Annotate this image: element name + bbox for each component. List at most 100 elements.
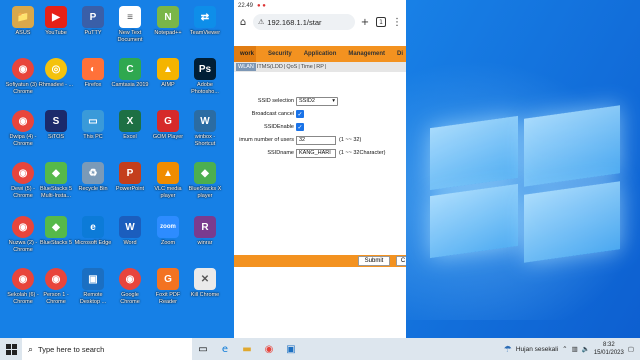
store-icon[interactable]: ▣: [280, 338, 302, 360]
desktop-icon[interactable]: ✕ Kill Chrome: [186, 266, 224, 318]
max-users-row: imum number of users 32 (1 ~~ 32): [234, 135, 406, 145]
tab-management[interactable]: Management: [336, 51, 385, 57]
desktop-icon-label: Person 1 - Chrome: [43, 292, 69, 305]
desktop-icon[interactable]: ▭ This PC: [74, 108, 112, 160]
ssid-enable-checkbox[interactable]: ✓: [296, 123, 304, 131]
edge-taskbar-icon[interactable]: e: [214, 338, 236, 360]
desktop-icon[interactable]: N Notepad++: [149, 4, 187, 56]
tab-network[interactable]: work: [234, 46, 256, 62]
desktop-icon[interactable]: S SiTOS: [37, 108, 75, 160]
desktop-icon-label: New Text Document: [117, 30, 143, 43]
subtab-wlan[interactable]: WLAN: [236, 63, 256, 71]
chevron-up-icon[interactable]: ⌃: [562, 345, 567, 353]
notification-icon[interactable]: ▢: [628, 345, 634, 353]
desktop-icon[interactable]: Ps Adobe Photosho...: [186, 56, 224, 108]
new-tab-icon[interactable]: +: [359, 15, 371, 29]
desktop-icon-label: PowerPoint: [115, 186, 145, 192]
desktop-icon-label: AIMP: [161, 82, 175, 88]
desktop-icon-label: Rhmadevi - ...: [38, 82, 74, 88]
desktop-icon[interactable]: ▶ YouTube: [37, 4, 75, 56]
ssid-name-input[interactable]: KANG_HARI: [296, 148, 336, 158]
desktop-icon-label: YouTube: [45, 30, 67, 36]
desktop-icon[interactable]: Rwinrar: [186, 214, 224, 266]
app-icon: P: [119, 162, 141, 184]
router-sub-nav: WLAN ITMS(LDD | QoS | Time | RP |: [234, 62, 406, 72]
desktop-icon[interactable]: ♻ Recycle Bin: [74, 160, 112, 212]
app-icon: ◆: [194, 162, 216, 184]
network-icon[interactable]: ▥: [572, 345, 578, 353]
volume-icon[interactable]: 🔈: [582, 345, 590, 353]
weather-text[interactable]: Hujan sesekali: [516, 346, 558, 353]
tabs-button[interactable]: 1: [375, 15, 387, 29]
broadcast-checkbox[interactable]: ✓: [296, 110, 304, 118]
max-users-label: imum number of users: [239, 137, 294, 143]
desktop-icon[interactable]: zoom Zoom: [149, 214, 187, 266]
app-icon: G: [157, 268, 179, 290]
desktop-icon[interactable]: ◆ BlueStacks 5 Multi-Insta...: [37, 160, 75, 212]
home-icon[interactable]: ⌂: [237, 15, 249, 29]
desktop-icon-label: Zoom: [160, 240, 176, 246]
max-users-hint: (1 ~~ 32): [339, 137, 362, 143]
app-icon: W: [194, 110, 216, 132]
desktop-icon[interactable]: ≡ New Text Document: [111, 4, 149, 56]
desktop-icon[interactable]: ▣ Remote Desktop ...: [74, 266, 112, 318]
ssid-selection-row: SSID selection SSID2 ▾: [234, 96, 406, 106]
ssid-selection-label: SSID selection: [257, 98, 294, 104]
url-field[interactable]: ⚠ 192.168.1.1/star: [253, 14, 355, 30]
desktop-icon[interactable]: ◉ Google Chrome: [111, 266, 149, 318]
desktop-icon[interactable]: ◉ Person 1 - Chrome: [37, 266, 75, 318]
weather-icon[interactable]: ☂: [504, 344, 512, 355]
app-icon: ▲: [157, 162, 179, 184]
ssid-selection-value: SSID2: [299, 98, 315, 104]
app-icon: ≡: [119, 6, 141, 28]
desktop-icon[interactable]: G GOM Player: [149, 108, 187, 160]
desktop-icon[interactable]: ▲ VLC media player: [149, 160, 187, 212]
desktop-icon[interactable]: ⇄ TeamViewer: [186, 4, 224, 56]
desktop-icon[interactable]: ◐ Firefox: [74, 56, 112, 108]
chrome-taskbar-icon[interactable]: ◉: [258, 338, 280, 360]
app-icon: ◆: [45, 162, 67, 184]
desktop-icon[interactable]: X Excel: [111, 108, 149, 160]
desktop-icon-label: Word: [123, 240, 137, 246]
ssid-name-label: SSIDname: [267, 150, 294, 156]
desktop-icon[interactable]: ◆ BlueStacks X player: [186, 160, 224, 212]
desktop-icon[interactable]: e Microsoft Edge: [74, 214, 112, 266]
taskbar: ⌕ Type here to search ▭ e ▬ ◉ ▣ ☂ Hujan …: [0, 338, 640, 360]
tab-application[interactable]: Application: [292, 51, 337, 57]
task-view-icon[interactable]: ▭: [192, 338, 214, 360]
desktop-icon[interactable]: Wwinbox - Shortcut: [186, 108, 224, 160]
app-icon: e: [82, 216, 104, 238]
subtab-time[interactable]: Time: [300, 64, 314, 70]
menu-icon[interactable]: ⋮: [391, 15, 403, 29]
broadcast-label: Broadcast cancel: [251, 111, 294, 117]
app-icon: S: [45, 110, 67, 132]
desktop-icon[interactable]: P PuTTY: [74, 4, 112, 56]
ssid-selection-dropdown[interactable]: SSID2 ▾: [296, 96, 338, 106]
tab-diagnosis[interactable]: Di: [385, 51, 403, 57]
desktop-icon[interactable]: ▲ AIMP: [149, 56, 187, 108]
submit-button[interactable]: Submit: [358, 256, 390, 266]
desktop-icon[interactable]: ◎ Rhmadevi - ...: [37, 56, 75, 108]
tab-count: 1: [376, 17, 386, 27]
desktop-icon-label: Notepad++: [154, 30, 182, 36]
desktop-icon[interactable]: W Word: [111, 214, 149, 266]
taskbar-search[interactable]: ⌕ Type here to search: [22, 338, 192, 360]
desktop-icon-label: Excel: [123, 134, 137, 140]
app-icon: ◎: [45, 58, 67, 80]
windows-logo-wallpaper: [430, 105, 620, 263]
subtab-qos[interactable]: QoS: [285, 64, 298, 70]
desktop-icon[interactable]: G Foxit PDF Reader: [149, 266, 187, 318]
warning-icon[interactable]: ⚠: [258, 18, 264, 26]
desktop-icon[interactable]: P PowerPoint: [111, 160, 149, 212]
file-explorer-icon[interactable]: ▬: [236, 338, 258, 360]
tab-security[interactable]: Security: [256, 51, 292, 57]
start-button[interactable]: [0, 338, 22, 360]
subtab-rp[interactable]: RP: [315, 64, 325, 70]
max-users-input[interactable]: 32: [296, 135, 336, 145]
subtab-itms[interactable]: ITMS(LDD: [256, 64, 284, 70]
desktop-icon[interactable]: C Camtasia 2019: [111, 56, 149, 108]
cancel-button[interactable]: C: [396, 256, 406, 266]
phone-status-bar: 22.49 ● ●: [234, 0, 406, 11]
clock[interactable]: 8:32 15/01/2023: [594, 341, 624, 357]
desktop-icon[interactable]: ◆ BlueStacks 5: [37, 214, 75, 266]
